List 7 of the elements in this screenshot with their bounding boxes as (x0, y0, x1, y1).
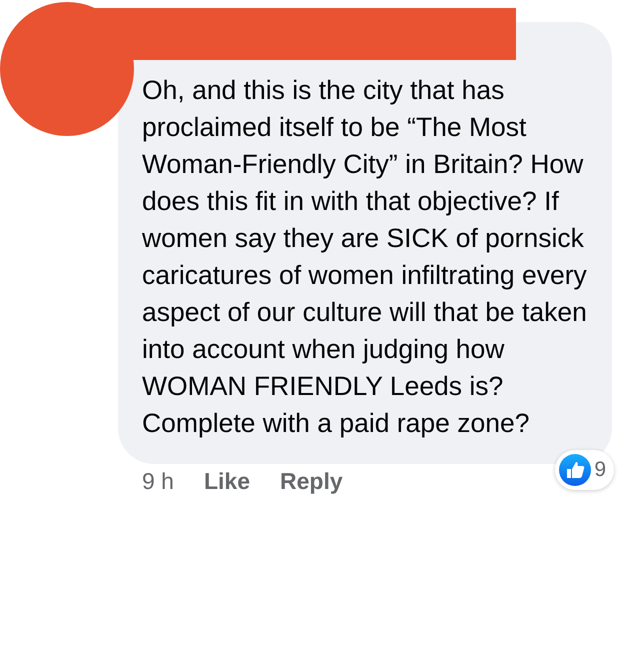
comment-time: 9 h (142, 468, 174, 495)
reaction-count: 9 (594, 458, 606, 482)
reaction-badge[interactable]: 9 (555, 450, 614, 490)
action-link[interactable]: Like (204, 468, 250, 495)
action-link[interactable]: Reply (280, 468, 343, 495)
comment-text: Oh, and this is the city that has proclaimed itself to be “The Most Woman-Friendly City” in Britain? How does this fit in with that objective? If women say they are SICK of pornsick caricatures of women infiltrating every aspect of our culture will that be taken into account when judging how WOMAN FRIENDLY Leeds is? Complete with a paid rape zone? (142, 74, 588, 440)
thumbs-up-icon (559, 454, 592, 486)
